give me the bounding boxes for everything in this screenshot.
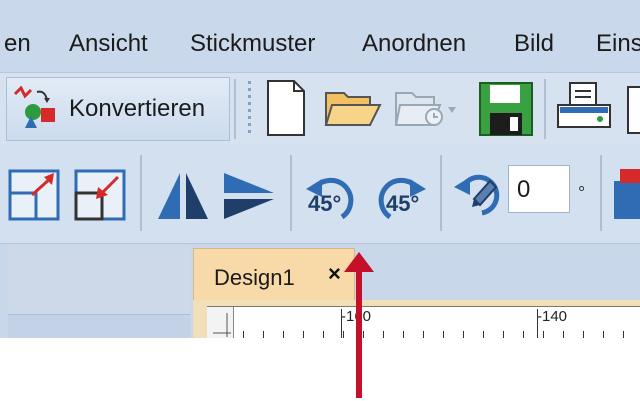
scale-from-corner-icon[interactable] [8,169,60,221]
toolbar-divider [290,155,292,231]
ruler-tick [403,331,404,338]
skew-icon[interactable] [612,167,640,221]
print-preview-icon[interactable] [626,81,640,137]
recent-folder-icon[interactable] [394,87,460,131]
open-folder-icon[interactable] [324,87,382,131]
toolbar-divider [140,155,142,231]
konvertieren-label: Konvertieren [69,95,206,122]
konvertieren-button[interactable]: Konvertieren [6,77,230,141]
ruler-corner[interactable] [207,307,234,338]
ruler-origin-icon [213,313,231,337]
menu-item-ansicht[interactable]: Ansicht [69,30,148,58]
ruler-tick [343,331,344,338]
scale-to-corner-icon[interactable] [74,169,126,221]
ruler-tick [603,331,604,338]
ruler-tick [443,331,444,338]
annotation-arrow-shaft [356,268,362,398]
ruler-tick [563,331,564,338]
application-window: en Ansicht Stickmuster Anordnen Bild Ein… [0,0,640,338]
ruler-tick [483,331,484,338]
ruler-tick [363,331,364,338]
tab-design1[interactable]: Design1 × [193,248,355,301]
ruler-tick [243,331,244,338]
ruler-tick [583,331,584,338]
horizontal-ruler: -160 -140 [207,306,640,338]
mirror-vertical-icon[interactable] [156,171,210,221]
rotate-left-45-button[interactable]: 45° [302,165,362,225]
menu-item-anordnen[interactable]: Anordnen [362,30,466,58]
ruler-tick [263,331,264,338]
ruler-tick [323,331,324,338]
rotate-free-icon[interactable] [452,165,506,219]
toolbar-divider [234,79,236,139]
ruler-label: -140 [537,308,568,325]
ruler-major-tick [537,309,538,338]
menu-item-einstellungen[interactable]: Eins [596,30,640,58]
angle-unit-label: ° [578,183,586,203]
transform-toolbar: 45° 45° 0 ° [0,145,640,244]
mirror-horizontal-icon[interactable] [222,171,276,221]
print-icon[interactable] [556,81,612,137]
side-panel [8,244,190,338]
menu-item-stickmuster[interactable]: Stickmuster [190,30,315,58]
ruler-tick [303,331,304,338]
workspace: Design1 × -160 -140 [0,244,640,338]
rotate-right-45-button[interactable]: 45° [370,165,430,225]
new-file-icon[interactable] [264,79,308,137]
ruler-tick [523,331,524,338]
tab-close-icon[interactable]: × [328,261,341,287]
toolbar-divider [600,155,602,231]
ruler-tick [503,331,504,338]
design-canvas-frame: -160 -140 [193,300,640,338]
ruler-tick [623,331,624,338]
rotate-left-label: 45° [308,191,342,216]
tab-design1-label: Design1 [214,265,295,290]
toolbar-divider [440,155,442,231]
rotation-angle-input[interactable]: 0 [508,165,570,213]
toolbar-divider [544,79,546,139]
ruler-tick [423,331,424,338]
menu-item-ansicht-partial[interactable]: en [4,30,31,58]
ruler-tick [283,331,284,338]
save-icon[interactable] [478,81,534,137]
menu-item-bild[interactable]: Bild [514,30,554,58]
ruler-tick [383,331,384,338]
main-toolbar: Konvertieren [0,72,640,146]
ruler-tick [463,331,464,338]
toolbar-grip[interactable] [248,81,251,137]
rotate-right-label: 45° [386,191,420,216]
ruler-tick [543,331,544,338]
side-panel-header [8,314,190,338]
ruler-major-tick [341,309,342,338]
convert-icon [13,86,55,128]
menu-bar: en Ansicht Stickmuster Anordnen Bild Ein… [0,10,640,72]
